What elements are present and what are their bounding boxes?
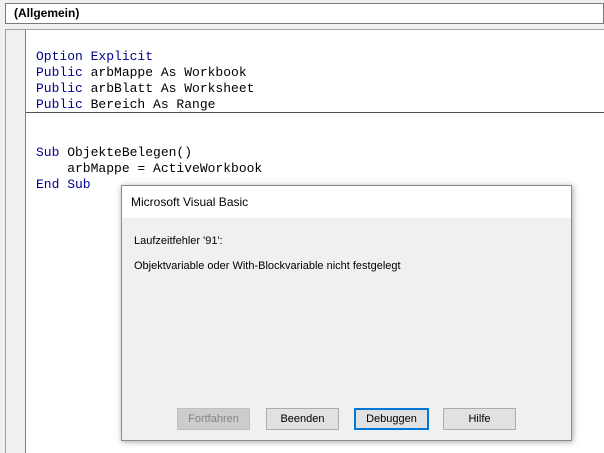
dialog-title[interactable]: Microsoft Visual Basic <box>122 186 571 218</box>
help-button[interactable]: Hilfe <box>443 408 516 430</box>
end-button[interactable]: Beenden <box>266 408 339 430</box>
margin-indicator-bar[interactable] <box>6 30 26 453</box>
code-line: Public Bereich As Range <box>36 97 215 113</box>
code-line: Option Explicit <box>36 49 153 65</box>
error-dialog: Microsoft Visual Basic Laufzeitfehler '9… <box>121 185 572 441</box>
code-keyword: Public <box>36 65 83 80</box>
code-text: Bereich As Range <box>82 97 216 112</box>
code-text: ObjekteBelegen() <box>59 145 193 160</box>
error-message: Objektvariable oder With-Blockvariable n… <box>134 260 401 272</box>
code-keyword: Public <box>36 97 83 112</box>
code-text: arbMappe As Workbook <box>82 65 247 80</box>
code-keyword: Sub <box>36 145 60 160</box>
continue-button: Fortfahren <box>177 408 250 430</box>
debug-button[interactable]: Debuggen <box>354 408 429 430</box>
error-code-label: Laufzeitfehler '91': <box>134 235 223 247</box>
code-line: Public arbBlatt As Worksheet <box>36 81 254 97</box>
code-line: arbMappe = ActiveWorkbook <box>36 161 262 177</box>
object-dropdown[interactable]: (Allgemein) <box>5 3 604 24</box>
code-keyword: Option Explicit <box>36 49 154 64</box>
code-text: arbMappe = ActiveWorkbook <box>36 161 263 176</box>
procedure-separator <box>26 112 604 113</box>
code-line: Public arbMappe As Workbook <box>36 65 247 81</box>
code-keyword: Public <box>36 81 83 96</box>
code-text: arbBlatt As Worksheet <box>82 81 255 96</box>
code-keyword: End Sub <box>36 177 91 192</box>
code-line: Sub ObjekteBelegen() <box>36 145 192 161</box>
code-line: End Sub <box>36 177 91 193</box>
